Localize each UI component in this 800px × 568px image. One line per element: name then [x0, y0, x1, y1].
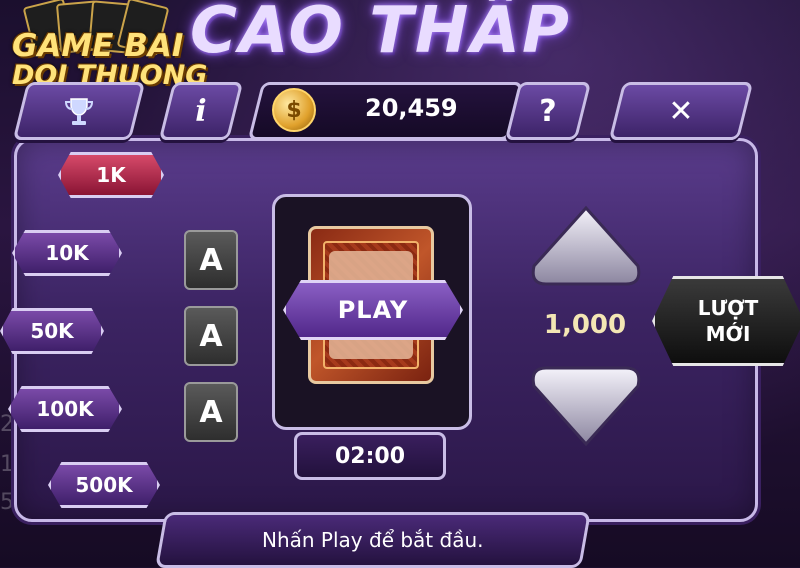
- chip-500k[interactable]: 500K: [48, 462, 160, 508]
- status-message: Nhấn Play để bắt đầu.: [262, 528, 484, 552]
- history-card-ace: A: [184, 382, 238, 442]
- bet-amount: 1,000: [543, 310, 627, 340]
- help-icon: ?: [539, 93, 557, 129]
- arrow-down-icon: [531, 366, 641, 447]
- close-button[interactable]: ✕: [608, 82, 754, 140]
- lower-button[interactable]: [530, 364, 642, 448]
- status-bar: Nhấn Play để bắt đầu.: [155, 512, 591, 568]
- help-button[interactable]: ?: [504, 82, 592, 140]
- higher-button[interactable]: [530, 204, 642, 288]
- new-turn-label-line1: LƯỢT: [697, 296, 759, 320]
- leaderboard-button[interactable]: [12, 82, 146, 140]
- history-card-ace: A: [184, 306, 238, 366]
- info-icon: i: [195, 93, 207, 129]
- history-card-ace: A: [184, 230, 238, 290]
- chip-10k[interactable]: 10K: [12, 230, 122, 276]
- play-button[interactable]: PLAY: [283, 280, 463, 340]
- close-icon: ✕: [668, 93, 694, 129]
- timer: 02:00: [294, 432, 446, 480]
- arrow-up-icon: [531, 205, 641, 286]
- chip-100k[interactable]: 100K: [8, 386, 122, 432]
- logo-text-line1: GAME BAI: [12, 28, 184, 64]
- chip-50k[interactable]: 50K: [0, 308, 104, 354]
- trophy-icon: [23, 85, 135, 137]
- info-button[interactable]: i: [158, 82, 244, 140]
- coin-icon: $: [272, 88, 316, 132]
- game-title: CAO THẤP: [190, 0, 571, 68]
- new-turn-button[interactable]: LƯỢT MỚI: [652, 276, 800, 366]
- top-bar: i $ 20,459 ? ✕: [12, 82, 760, 140]
- new-turn-label-line2: MỚI: [705, 322, 751, 346]
- chip-1k[interactable]: 1K: [58, 152, 164, 198]
- balance-value: 20,459: [365, 94, 458, 122]
